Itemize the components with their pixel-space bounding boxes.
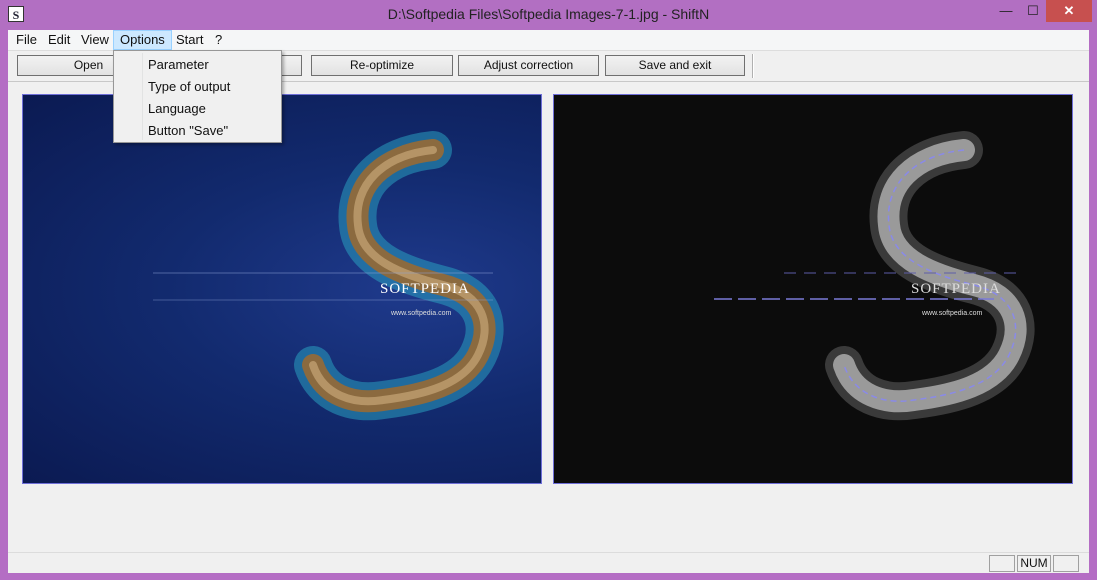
reoptimize-button[interactable]: Re-optimize bbox=[311, 55, 453, 76]
save-and-exit-button[interactable]: Save and exit bbox=[605, 55, 745, 76]
menu-file[interactable]: File bbox=[10, 30, 43, 50]
menu-bar: File Edit View Options Start ? bbox=[8, 30, 1089, 51]
status-pane-scroll bbox=[1053, 555, 1079, 572]
menu-start[interactable]: Start bbox=[170, 30, 209, 50]
watermark-url: www.softpedia.com bbox=[391, 310, 452, 317]
client-area: File Edit View Options Start ? Open Re-o… bbox=[8, 30, 1089, 573]
close-button[interactable]: ✕ bbox=[1046, 0, 1092, 22]
menu-view[interactable]: View bbox=[75, 30, 115, 50]
maximize-button[interactable]: ☐ bbox=[1020, 0, 1046, 22]
status-pane-caps bbox=[989, 555, 1015, 572]
menu-item-parameter[interactable]: Parameter bbox=[116, 54, 279, 76]
status-bar: NUM bbox=[8, 552, 1089, 573]
options-dropdown-menu: Parameter Type of output Language Button… bbox=[113, 50, 282, 143]
title-bar[interactable]: S D:\Softpedia Files\Softpedia Images-7-… bbox=[0, 0, 1097, 30]
menu-item-language[interactable]: Language bbox=[116, 98, 279, 120]
menu-item-button-save[interactable]: Button "Save" bbox=[116, 120, 279, 142]
adjust-correction-button[interactable]: Adjust correction bbox=[458, 55, 599, 76]
original-image-panel[interactable]: SOFTPEDIA www.softpedia.com bbox=[22, 94, 542, 484]
status-pane-num: NUM bbox=[1017, 555, 1051, 572]
window-title: D:\Softpedia Files\Softpedia Images-7-1.… bbox=[387, 6, 710, 22]
menu-item-type-of-output[interactable]: Type of output bbox=[116, 76, 279, 98]
menu-help[interactable]: ? bbox=[209, 30, 228, 50]
watermark-url: www.softpedia.com bbox=[922, 310, 983, 317]
app-window: S D:\Softpedia Files\Softpedia Images-7-… bbox=[0, 0, 1097, 580]
result-image-panel[interactable]: SOFTPEDIA www.softpedia.com bbox=[553, 94, 1073, 484]
watermark-brand: SOFTPEDIA bbox=[911, 281, 1001, 297]
menu-options[interactable]: Options bbox=[113, 30, 172, 50]
menu-edit[interactable]: Edit bbox=[42, 30, 76, 50]
minimize-button[interactable]: — bbox=[992, 0, 1020, 22]
toolbar-separator bbox=[752, 54, 754, 78]
watermark-brand: SOFTPEDIA bbox=[380, 281, 470, 297]
